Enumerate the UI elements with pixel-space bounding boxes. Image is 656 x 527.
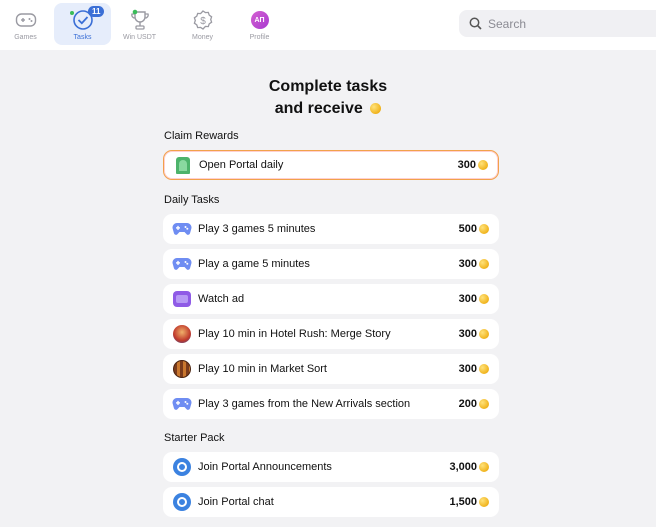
nav-item-win-usdt[interactable]: Win USDT [111, 3, 168, 45]
section-title-starter-pack: Starter Pack [164, 432, 225, 444]
task-label: Join Portal Announcements [198, 461, 332, 473]
gamepad-icon [172, 219, 192, 239]
nav-item-tasks[interactable]: 11 Tasks [54, 3, 111, 45]
task-row[interactable]: Join Portal Announcements 3,000 [163, 452, 499, 482]
portal-chat-icon [172, 457, 192, 477]
coin-icon [478, 160, 488, 170]
task-row[interactable]: Play 3 games from the New Arrivals secti… [163, 389, 499, 419]
task-row[interactable]: Play 10 min in Market Sort 300 [163, 354, 499, 384]
nav-label-money: Money [191, 34, 213, 41]
task-reward: 300 [458, 258, 477, 270]
task-label: Play a game 5 minutes [198, 258, 310, 270]
task-row[interactable]: Join Portal chat 1,500 [163, 487, 499, 517]
task-row[interactable]: Watch ad 300 [163, 284, 499, 314]
nav-label-win-usdt: Win USDT [122, 34, 157, 41]
coin-icon [370, 103, 382, 115]
search-input[interactable] [488, 16, 638, 31]
tv-icon [172, 289, 192, 309]
page-title: Complete tasks and receive [0, 76, 656, 120]
task-label: Play 3 games from the New Arrivals secti… [198, 398, 411, 410]
task-reward: 500 [458, 223, 477, 235]
market-sort-game-icon [172, 359, 192, 379]
gamepad-icon [172, 394, 192, 414]
task-row[interactable]: Play 3 games 5 minutes 500 [163, 214, 499, 244]
dollar-icon: $ [191, 8, 215, 32]
nav-item-games[interactable]: Games [0, 3, 54, 45]
section-title-claim-rewards: Claim Rewards [164, 130, 239, 142]
main-nav: Games 11 Tasks Win USDT $ Money AП Profi… [0, 0, 288, 46]
hotel-rush-game-icon [172, 324, 192, 344]
coin-icon [479, 294, 489, 304]
coin-icon [479, 399, 489, 409]
task-label: Play 10 min in Hotel Rush: Merge Story [198, 328, 391, 340]
coin-icon [479, 329, 489, 339]
portal-door-icon [173, 155, 193, 175]
task-reward: 200 [458, 398, 477, 410]
task-label: Play 3 games 5 minutes [198, 223, 316, 235]
task-reward: 1,500 [449, 496, 477, 508]
trophy-icon [128, 8, 152, 32]
task-reward: 3,000 [449, 461, 477, 473]
task-label: Watch ad [198, 293, 245, 305]
gamepad-icon [172, 254, 192, 274]
task-reward: 300 [458, 293, 477, 305]
title-line-1: Complete tasks [268, 78, 388, 95]
svg-text:$: $ [200, 16, 206, 27]
task-reward: 300 [458, 363, 477, 375]
search-box[interactable] [459, 10, 656, 37]
task-reward: 300 [458, 328, 477, 340]
coin-icon [479, 224, 489, 234]
tasks-count-badge: 11 [88, 6, 105, 17]
coin-icon [479, 497, 489, 507]
coin-icon [479, 462, 489, 472]
task-reward: 300 [457, 159, 476, 171]
coin-icon [479, 259, 489, 269]
nav-label-profile: Profile [249, 34, 270, 41]
coin-icon [479, 364, 489, 374]
portal-chat-icon [172, 492, 192, 512]
nav-item-money[interactable]: $ Money [174, 3, 231, 45]
gamepad-icon [14, 8, 38, 32]
top-bar: Games 11 Tasks Win USDT $ Money AП Profi… [0, 0, 656, 50]
search-icon [469, 17, 482, 30]
nav-label-tasks: Tasks [73, 34, 92, 41]
task-row[interactable]: Play a game 5 minutes 300 [163, 249, 499, 279]
task-label: Join Portal chat [198, 496, 274, 508]
nav-label-games: Games [14, 34, 37, 41]
task-label: Open Portal daily [199, 159, 284, 171]
nav-item-profile[interactable]: AП Profile [231, 3, 288, 45]
task-row-open-portal-daily[interactable]: Open Portal daily 300 [163, 150, 499, 180]
task-row[interactable]: Play 10 min in Hotel Rush: Merge Story 3… [163, 319, 499, 349]
notification-dot [70, 11, 74, 15]
avatar: AП [250, 11, 269, 29]
task-label: Play 10 min in Market Sort [198, 363, 327, 375]
section-title-daily-tasks: Daily Tasks [164, 194, 220, 206]
title-line-2: and receive [274, 100, 363, 117]
